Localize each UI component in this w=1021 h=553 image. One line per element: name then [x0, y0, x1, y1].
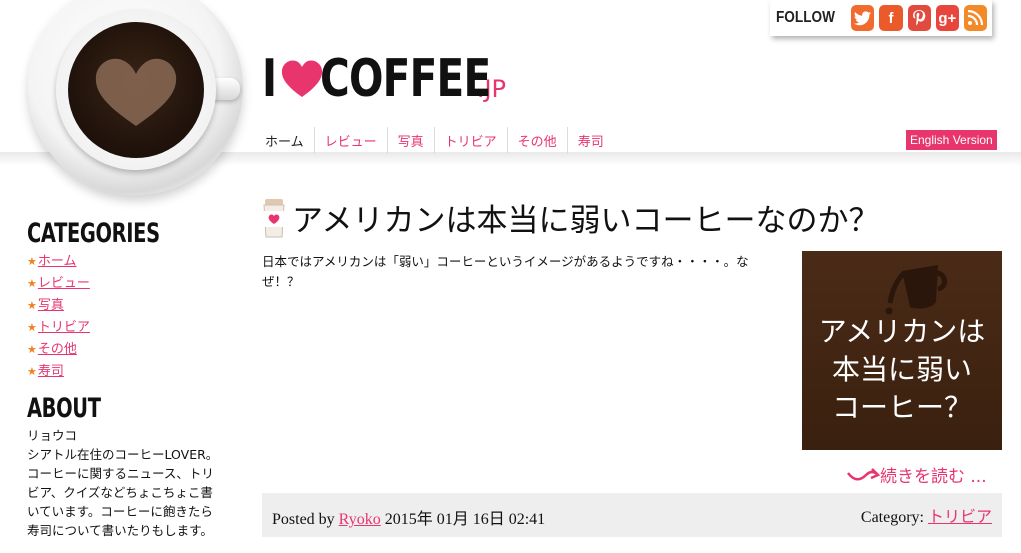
read-more-link[interactable]: 続きを読む ...	[846, 462, 987, 487]
logo-coffee: COFFEE	[320, 49, 491, 109]
list-item: ★ トリビア	[27, 317, 227, 339]
nav-trivia[interactable]: トリビア	[435, 126, 508, 154]
pouring-cup-icon	[885, 265, 947, 315]
list-item: ★ その他	[27, 339, 227, 361]
google-plus-icon[interactable]: g+	[935, 5, 959, 31]
star-icon: ★	[27, 343, 37, 356]
post-excerpt: 日本ではアメリカンは「弱い」コーヒーというイメージがあるようですね・・・・。なぜ…	[262, 254, 749, 289]
twitter-icon[interactable]	[851, 5, 875, 31]
author-link[interactable]: Ryoko	[339, 511, 381, 528]
star-icon: ★	[27, 255, 37, 268]
post-title[interactable]: アメリカンは本当に弱いコーヒーなのか？	[292, 195, 879, 240]
sidebar: CATEGORIES ★ ホーム ★ レビュー ★ 写真 ★ トリビア ★ その他 ★ 寿司…	[27, 218, 227, 540]
nav-other[interactable]: その他	[508, 126, 568, 154]
list-item: ★ 寿司	[27, 361, 227, 383]
nav-photos[interactable]: 写真	[388, 126, 435, 154]
arrow-icon	[847, 467, 880, 480]
category-label: Category:	[860, 509, 924, 526]
main-nav: ホーム レビュー 写真 トリビア その他 寿司	[262, 126, 614, 154]
follow-label: FOLLOW	[776, 9, 835, 26]
category-link-sushi[interactable]: 寿司	[38, 361, 64, 383]
follow-box: FOLLOW f g+	[770, 0, 992, 36]
category-link-home[interactable]: ホーム	[38, 251, 77, 273]
category-link-other[interactable]: その他	[38, 339, 77, 361]
list-item: ★ レビュー	[27, 273, 227, 295]
read-more-label: 続きを読む ...	[880, 467, 987, 487]
coffee-cup-icon	[263, 198, 285, 237]
about-text: リョウコ シアトル在住のコーヒーLOVER。 コーヒーに関するニュース、トリ ビ…	[27, 428, 219, 538]
category-link-photos[interactable]: 写真	[38, 295, 64, 317]
post-thumbnail[interactable]: アメリカンは 本当に弱い コーヒー？	[802, 251, 1002, 450]
latte-heart-icon	[95, 58, 177, 126]
site-logo[interactable]: I COFFEE .JP	[262, 45, 506, 105]
post-byline: Posted by Ryoko 2015年 01月 16日 02:41	[272, 505, 545, 529]
english-version-button[interactable]: English Version	[906, 130, 997, 150]
nav-sushi[interactable]: 寿司	[568, 127, 614, 154]
star-icon: ★	[27, 299, 37, 312]
post-title-row: アメリカンは本当に弱いコーヒーなのか？	[262, 195, 879, 240]
post-thumbnail-text: アメリカンは 本当に弱い コーヒー？	[818, 315, 986, 424]
star-icon: ★	[27, 365, 37, 378]
nav-review[interactable]: レビュー	[315, 126, 388, 154]
category-list: ★ ホーム ★ レビュー ★ 写真 ★ トリビア ★ その他 ★ 寿司	[27, 251, 227, 383]
logo-i: I	[262, 49, 277, 109]
logo-heart-icon	[282, 60, 323, 97]
list-item: ★ ホーム	[27, 251, 227, 273]
post-meta-bar: Posted by Ryoko 2015年 01月 16日 02:41 Cate…	[262, 493, 1002, 537]
category-link[interactable]: トリビア	[928, 509, 992, 526]
facebook-icon[interactable]: f	[879, 5, 903, 31]
coffee-cup-illustration	[18, 0, 243, 210]
categories-heading: CATEGORIES	[27, 218, 160, 249]
pinterest-icon[interactable]	[907, 5, 931, 31]
posted-by-label: Posted by	[272, 511, 335, 528]
star-icon: ★	[27, 321, 37, 334]
rss-icon[interactable]	[963, 5, 988, 31]
list-item: ★ 写真	[27, 295, 227, 317]
post-date: 2015年 01月 16日 02:41	[384, 511, 546, 528]
about-heading: ABOUT	[27, 393, 101, 424]
category-link-review[interactable]: レビュー	[38, 273, 90, 295]
nav-home[interactable]: ホーム	[262, 126, 315, 154]
category-link-trivia[interactable]: トリビア	[38, 317, 90, 339]
star-icon: ★	[27, 277, 37, 290]
post-category: Category: トリビア	[861, 503, 992, 527]
